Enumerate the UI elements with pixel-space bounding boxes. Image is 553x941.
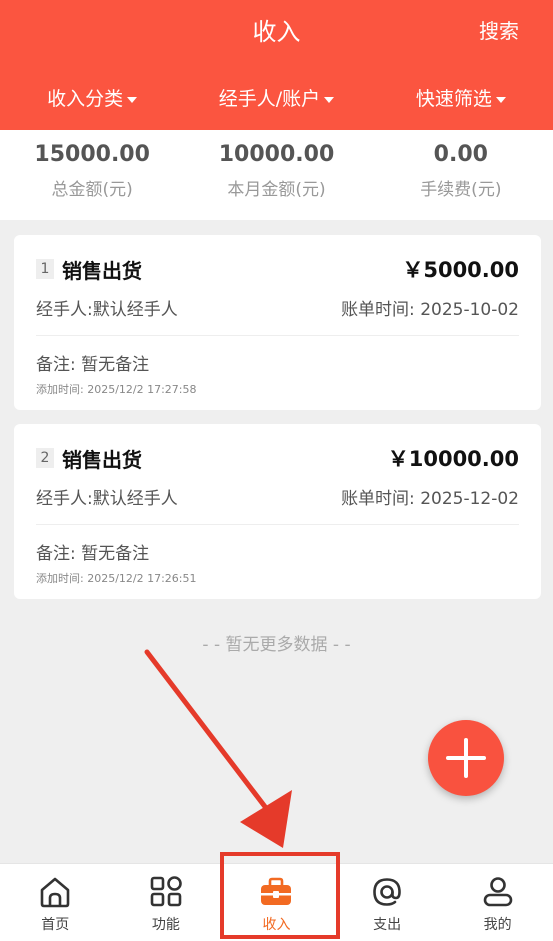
filter-income-category[interactable]: 收入分类 bbox=[0, 84, 184, 110]
record-amount: ￥5000.00 bbox=[402, 258, 519, 282]
record-index: 2 bbox=[36, 448, 54, 468]
caret-down-icon bbox=[127, 96, 138, 103]
add-income-button[interactable] bbox=[428, 720, 504, 796]
at-icon bbox=[373, 878, 401, 906]
filter-handler-account[interactable]: 经手人/账户 bbox=[184, 84, 368, 110]
summary-total: 15000.00 总金额(元) bbox=[34, 142, 150, 200]
summary-fee: 0.00 手续费(元) bbox=[420, 142, 502, 200]
search-button[interactable]: 搜索 bbox=[479, 15, 519, 44]
summary-panel: 15000.00 总金额(元) 10000.00 本月金额(元) 0.00 手续… bbox=[0, 130, 553, 220]
filter-quick[interactable]: 快速筛选 bbox=[369, 84, 553, 110]
record-amount: ￥10000.00 bbox=[387, 447, 519, 471]
record-remark: 备注: 暂无备注 bbox=[36, 355, 150, 375]
income-record-card[interactable]: 2 销售出货 ￥10000.00 经手人:默认经手人 账单时间: 2025-12… bbox=[14, 424, 541, 599]
top-header: 收入 搜索 收入分类 经手人/账户 快速筛选 bbox=[0, 0, 553, 130]
record-name: 销售出货 bbox=[62, 258, 142, 283]
record-name: 销售出货 bbox=[62, 447, 142, 472]
divider bbox=[36, 524, 519, 525]
record-bill-time: 账单时间: 2025-12-02 bbox=[341, 489, 519, 509]
income-record-card[interactable]: 1 销售出货 ￥5000.00 经手人:默认经手人 账单时间: 2025-10-… bbox=[14, 235, 541, 410]
record-added-time: 添加时间: 2025/12/2 17:27:58 bbox=[36, 383, 197, 396]
user-icon bbox=[483, 877, 512, 907]
no-more-data-text: - - 暂无更多数据 - - bbox=[202, 635, 351, 655]
tab-expense[interactable]: 支出 bbox=[332, 864, 443, 941]
divider bbox=[36, 335, 519, 336]
record-index: 1 bbox=[36, 259, 54, 279]
summary-month: 10000.00 本月金额(元) bbox=[218, 142, 335, 200]
tab-mine[interactable]: 我的 bbox=[442, 864, 553, 941]
home-icon bbox=[40, 877, 70, 908]
apps-icon bbox=[150, 876, 182, 907]
annotation-highlight-box bbox=[220, 852, 340, 939]
tab-functions[interactable]: 功能 bbox=[111, 864, 222, 941]
record-handler: 经手人:默认经手人 bbox=[36, 489, 178, 509]
record-handler: 经手人:默认经手人 bbox=[36, 300, 178, 320]
tab-home[interactable]: 首页 bbox=[0, 864, 111, 941]
record-remark: 备注: 暂无备注 bbox=[36, 544, 150, 564]
caret-down-icon bbox=[324, 96, 335, 103]
record-added-time: 添加时间: 2025/12/2 17:26:51 bbox=[36, 572, 197, 585]
caret-down-icon bbox=[495, 96, 506, 103]
record-bill-time: 账单时间: 2025-10-02 bbox=[341, 300, 519, 320]
filter-bar: 收入分类 经手人/账户 快速筛选 bbox=[0, 84, 553, 110]
page-title: 收入 bbox=[252, 18, 301, 46]
